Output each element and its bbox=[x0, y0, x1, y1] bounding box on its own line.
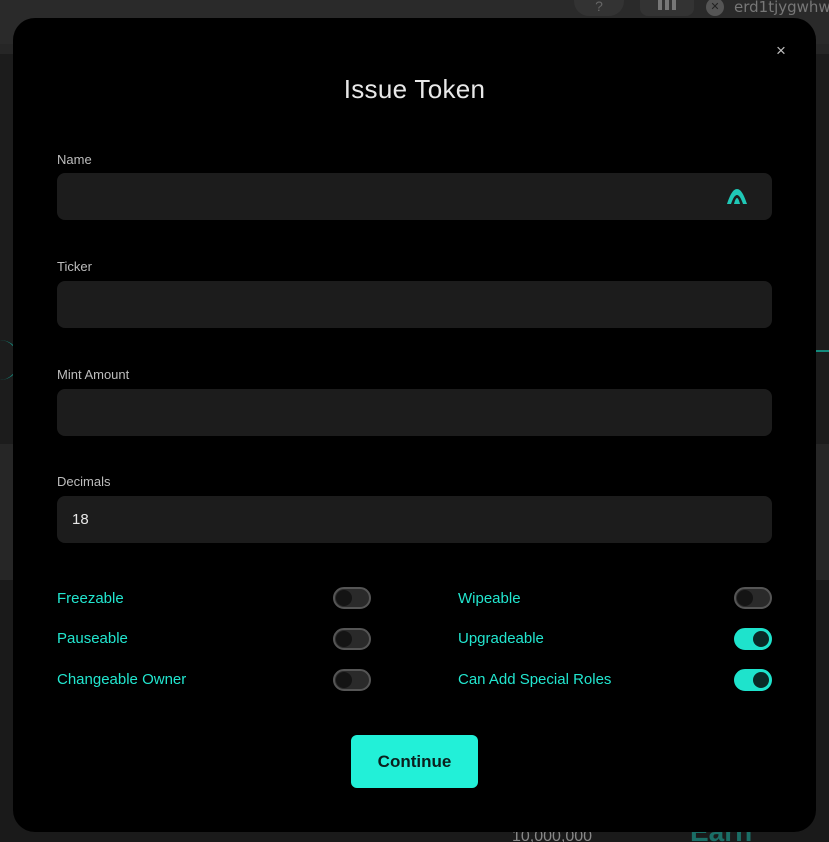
name-label: Name bbox=[57, 152, 92, 167]
ticker-input[interactable] bbox=[72, 296, 757, 313]
can-add-special-roles-toggle[interactable] bbox=[734, 669, 772, 691]
help-button[interactable]: ? bbox=[574, 0, 624, 16]
wallet-address: erd1tjygwhw5 bbox=[734, 0, 829, 16]
toggle-knob bbox=[737, 590, 753, 606]
freezable-toggle[interactable] bbox=[333, 587, 371, 609]
toggle-knob bbox=[753, 672, 769, 688]
upgradeable-label: Upgradeable bbox=[458, 630, 544, 647]
modal-title: Issue Token bbox=[343, 74, 486, 104]
toggle-knob bbox=[336, 672, 352, 688]
freezable-label: Freezable bbox=[57, 590, 124, 607]
can-add-special-roles-label: Can Add Special Roles bbox=[458, 671, 612, 688]
changeable-owner-toggle[interactable] bbox=[333, 669, 371, 691]
close-icon[interactable]: × bbox=[773, 42, 789, 59]
mint-amount-field[interactable] bbox=[57, 389, 772, 436]
grid-icon bbox=[658, 0, 676, 10]
name-input[interactable] bbox=[72, 188, 757, 205]
mint-amount-label: Mint Amount bbox=[57, 367, 130, 382]
toggle-knob bbox=[336, 631, 352, 647]
upgradeable-toggle[interactable] bbox=[734, 628, 772, 650]
help-label: ? bbox=[595, 0, 603, 14]
wave-logo-icon bbox=[727, 189, 747, 204]
wipeable-toggle[interactable] bbox=[734, 587, 772, 609]
changeable-owner-label: Changeable Owner bbox=[57, 671, 187, 688]
pauseable-label: Pauseable bbox=[57, 630, 128, 647]
continue-button[interactable]: Continue bbox=[351, 735, 478, 788]
toggle-knob bbox=[753, 631, 769, 647]
ticker-label: Ticker bbox=[57, 259, 92, 274]
mint-amount-input[interactable] bbox=[72, 404, 757, 421]
toggle-knob bbox=[336, 590, 352, 606]
issue-token-modal: × Issue Token Name Ticker Mint Amount De… bbox=[13, 18, 816, 832]
pauseable-toggle[interactable] bbox=[333, 628, 371, 650]
decimals-input[interactable] bbox=[72, 511, 757, 528]
ticker-field[interactable] bbox=[57, 281, 772, 328]
name-field[interactable] bbox=[57, 173, 772, 220]
decimals-field[interactable] bbox=[57, 496, 772, 543]
wipeable-label: Wipeable bbox=[458, 590, 521, 607]
apps-button[interactable] bbox=[640, 0, 694, 16]
wallet-icon: ✕ bbox=[706, 0, 724, 16]
decimals-label: Decimals bbox=[57, 474, 111, 489]
wallet-badge[interactable]: ✕ erd1tjygwhw5 bbox=[704, 0, 829, 16]
